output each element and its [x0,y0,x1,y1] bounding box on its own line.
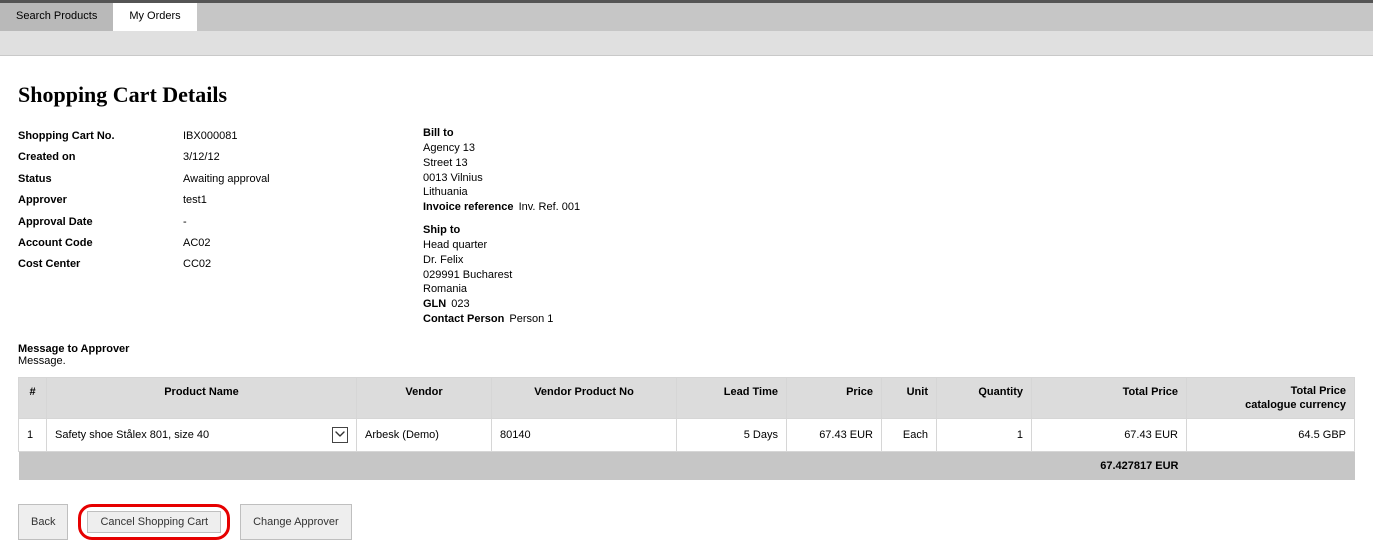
cost-center-label: Cost Center [18,257,183,272]
bill-to-line4: Lithuania [423,185,1355,200]
approver-value: test1 [183,193,423,208]
cost-center-value: CC02 [183,257,423,272]
highlight-ring: Cancel Shopping Cart [78,504,230,540]
bill-to-block: Bill to Agency 13 Street 13 0013 Vilnius… [423,126,1355,215]
message-to-approver-value: Message. [18,355,1355,367]
created-on-label: Created on [18,150,183,165]
page-title: Shopping Cart Details [18,82,1355,108]
gln-value: 023 [451,297,469,312]
th-num: # [19,377,47,418]
footer-total: 67.427817 EUR [1032,451,1187,480]
details-icon[interactable] [332,427,348,443]
back-button[interactable]: Back [18,504,68,540]
line-items-table: # Product Name Vendor Vendor Product No … [18,377,1355,480]
th-unit: Unit [882,377,937,418]
cell-lead-time: 5 Days [677,418,787,451]
bill-to-line2: Street 13 [423,156,1355,171]
account-code-value: AC02 [183,236,423,251]
ship-to-line4: Romania [423,282,1355,297]
tab-bar: Search Products My Orders [0,3,1373,31]
approval-date-value: - [183,215,423,230]
th-qty: Quantity [937,377,1032,418]
approver-label: Approver [18,193,183,208]
sub-bar [0,31,1373,56]
cell-product: Safety shoe Stålex 801, size 40 [47,418,357,451]
tab-my-orders[interactable]: My Orders [113,3,196,31]
cart-no-value: IBX000081 [183,129,423,144]
cell-total-cat: 64.5 GBP [1187,418,1355,451]
th-total: Total Price [1032,377,1187,418]
actions-row: Back Cancel Shopping Cart Change Approve… [18,504,1355,540]
contact-person-label: Contact Person [423,313,504,325]
details-section: Shopping Cart No.IBX000081 Created on3/1… [18,126,1355,327]
cell-product-name: Safety shoe Stålex 801, size 40 [55,429,209,441]
ship-to-line3: 029991 Bucharest [423,268,1355,283]
cell-vendor-no: 80140 [492,418,677,451]
table-row: 1 Safety shoe Stålex 801, size 40 Arbesk… [19,418,1355,451]
cancel-shopping-cart-button[interactable]: Cancel Shopping Cart [87,511,221,533]
ship-to-line2: Dr. Felix [423,253,1355,268]
status-label: Status [18,172,183,187]
bill-to-line3: 0013 Vilnius [423,171,1355,186]
table-footer-row: 67.427817 EUR [19,451,1355,480]
contact-person-value: Person 1 [509,312,553,327]
top-bar: Search Products My Orders [0,0,1373,56]
cart-no-label: Shopping Cart No. [18,129,183,144]
bill-to-line1: Agency 13 [423,141,1355,156]
invoice-ref-label: Invoice reference [423,201,514,213]
approval-date-label: Approval Date [18,215,183,230]
status-value: Awaiting approval [183,172,423,187]
cell-num: 1 [19,418,47,451]
cell-qty: 1 [937,418,1032,451]
change-approver-button[interactable]: Change Approver [240,504,352,540]
cell-unit: Each [882,418,937,451]
th-vendor-no: Vendor Product No [492,377,677,418]
th-product: Product Name [47,377,357,418]
message-to-approver-block: Message to Approver Message. [18,343,1355,367]
gln-label: GLN [423,298,446,310]
bill-to-label: Bill to [423,126,1355,141]
tab-search-products[interactable]: Search Products [0,3,113,31]
ship-to-label: Ship to [423,223,1355,238]
account-code-label: Account Code [18,236,183,251]
invoice-ref-value: Inv. Ref. 001 [519,200,581,215]
ship-to-block: Ship to Head quarter Dr. Felix 029991 Bu… [423,223,1355,327]
ship-to-line1: Head quarter [423,238,1355,253]
th-price: Price [787,377,882,418]
th-total-catalogue: Total Price catalogue currency [1187,377,1355,418]
message-to-approver-label: Message to Approver [18,343,1355,355]
cell-vendor: Arbesk (Demo) [357,418,492,451]
th-lead-time: Lead Time [677,377,787,418]
created-on-value: 3/12/12 [183,150,423,165]
cell-price: 67.43 EUR [787,418,882,451]
cell-total: 67.43 EUR [1032,418,1187,451]
th-vendor: Vendor [357,377,492,418]
table-header-row: # Product Name Vendor Vendor Product No … [19,377,1355,418]
